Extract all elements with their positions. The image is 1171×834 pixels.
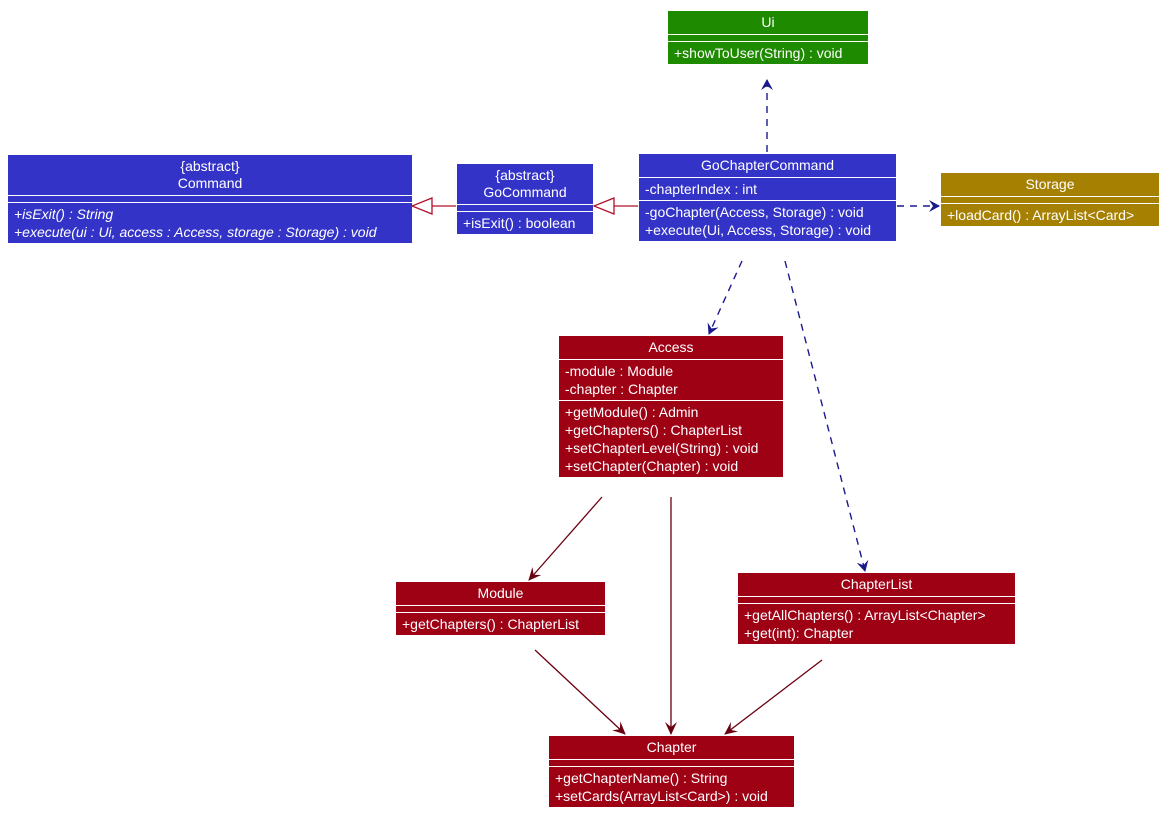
method: +getAllChapters() : ArrayList<Chapter> <box>744 607 986 623</box>
class-ui[interactable]: Ui +showToUser(String) : void <box>668 11 868 64</box>
class-name: Chapter <box>646 739 697 755</box>
methods-section: +getChapterName() : String +setCards(Arr… <box>549 766 794 807</box>
class-gochaptercommand[interactable]: GoChapterCommand -chapterIndex : int -go… <box>639 154 896 241</box>
methods-section: +showToUser(String) : void <box>668 41 868 64</box>
class-name: GoCommand <box>483 184 567 200</box>
class-storage[interactable]: Storage +loadCard() : ArrayList<Card> <box>941 173 1159 226</box>
attribute: -module : Module <box>565 363 674 379</box>
attributes-section <box>8 195 412 202</box>
method: +getChapters() : ChapterList <box>402 616 580 632</box>
method: +loadCard() : ArrayList<Card> <box>947 207 1135 223</box>
association-access-module <box>528 496 603 581</box>
attribute: -chapterIndex : int <box>645 181 758 197</box>
attributes-section <box>738 596 1015 603</box>
attributes-section <box>941 196 1159 203</box>
method: +isExit() : String <box>14 206 114 222</box>
methods-section: +getChapters() : ChapterList <box>396 612 605 635</box>
methods-section: +isExit() : String +execute(ui : Ui, acc… <box>8 202 412 243</box>
attributes-section <box>396 605 605 612</box>
stereotype: {abstract} <box>180 158 240 174</box>
class-name: Access <box>648 339 694 355</box>
method: +setChapter(Chapter) : void <box>565 458 739 474</box>
method: +get(int): Chapter <box>744 625 854 641</box>
class-name: Storage <box>1025 176 1075 192</box>
class-command[interactable]: {abstract} Command +isExit() : String +e… <box>8 155 412 243</box>
class-chapterlist[interactable]: ChapterList +getAllChapters() : ArrayLis… <box>738 573 1015 644</box>
class-header: {abstract} Command <box>8 155 412 195</box>
attribute: -chapter : Chapter <box>565 381 678 397</box>
method: -goChapter(Access, Storage) : void <box>645 204 864 220</box>
attributes-section: -module : Module -chapter : Chapter <box>559 359 783 400</box>
class-name: ChapterList <box>840 576 913 592</box>
dependency-gochaptercommand-access <box>707 260 743 335</box>
methods-section: +getModule() : Admin +getChapters() : Ch… <box>559 400 783 477</box>
attributes-section: -chapterIndex : int <box>639 177 896 200</box>
class-name: Module <box>477 585 524 601</box>
attributes-section <box>457 204 593 211</box>
dependency-gochaptercommand-chapterlist <box>784 260 869 572</box>
method: +getChapters() : ChapterList <box>565 422 743 438</box>
methods-section: -goChapter(Access, Storage) : void +exec… <box>639 200 896 241</box>
methods-section: +getAllChapters() : ArrayList<Chapter> +… <box>738 603 1015 644</box>
association-chapterlist-chapter <box>724 659 823 735</box>
class-gocommand[interactable]: {abstract} GoCommand +isExit() : boolean <box>457 164 593 234</box>
method: +showToUser(String) : void <box>674 45 843 61</box>
method: +getChapterName() : String <box>555 770 728 786</box>
class-header: {abstract} GoCommand <box>457 164 593 204</box>
methods-section: +loadCard() : ArrayList<Card> <box>941 203 1159 226</box>
class-name: GoChapterCommand <box>700 157 835 173</box>
method: +setCards(ArrayList<Card>) : void <box>555 788 768 804</box>
class-access[interactable]: Access -module : Module -chapter : Chapt… <box>559 336 783 477</box>
attributes-section <box>668 34 868 41</box>
association-module-chapter <box>534 649 626 735</box>
methods-section: +isExit() : boolean <box>457 211 593 234</box>
method: +setChapterLevel(String) : void <box>565 440 759 456</box>
class-name: Command <box>177 175 243 191</box>
class-module[interactable]: Module +getChapters() : ChapterList <box>396 582 605 635</box>
method: +getModule() : Admin <box>565 404 699 420</box>
attributes-section <box>549 759 794 766</box>
class-chapter[interactable]: Chapter +getChapterName() : String +setC… <box>549 736 794 807</box>
method: +execute(ui : Ui, access : Access, stora… <box>14 224 377 240</box>
method: +execute(Ui, Access, Storage) : void <box>645 222 872 238</box>
class-name: Ui <box>761 14 775 30</box>
method: +isExit() : boolean <box>463 215 576 231</box>
stereotype: {abstract} <box>495 167 555 183</box>
